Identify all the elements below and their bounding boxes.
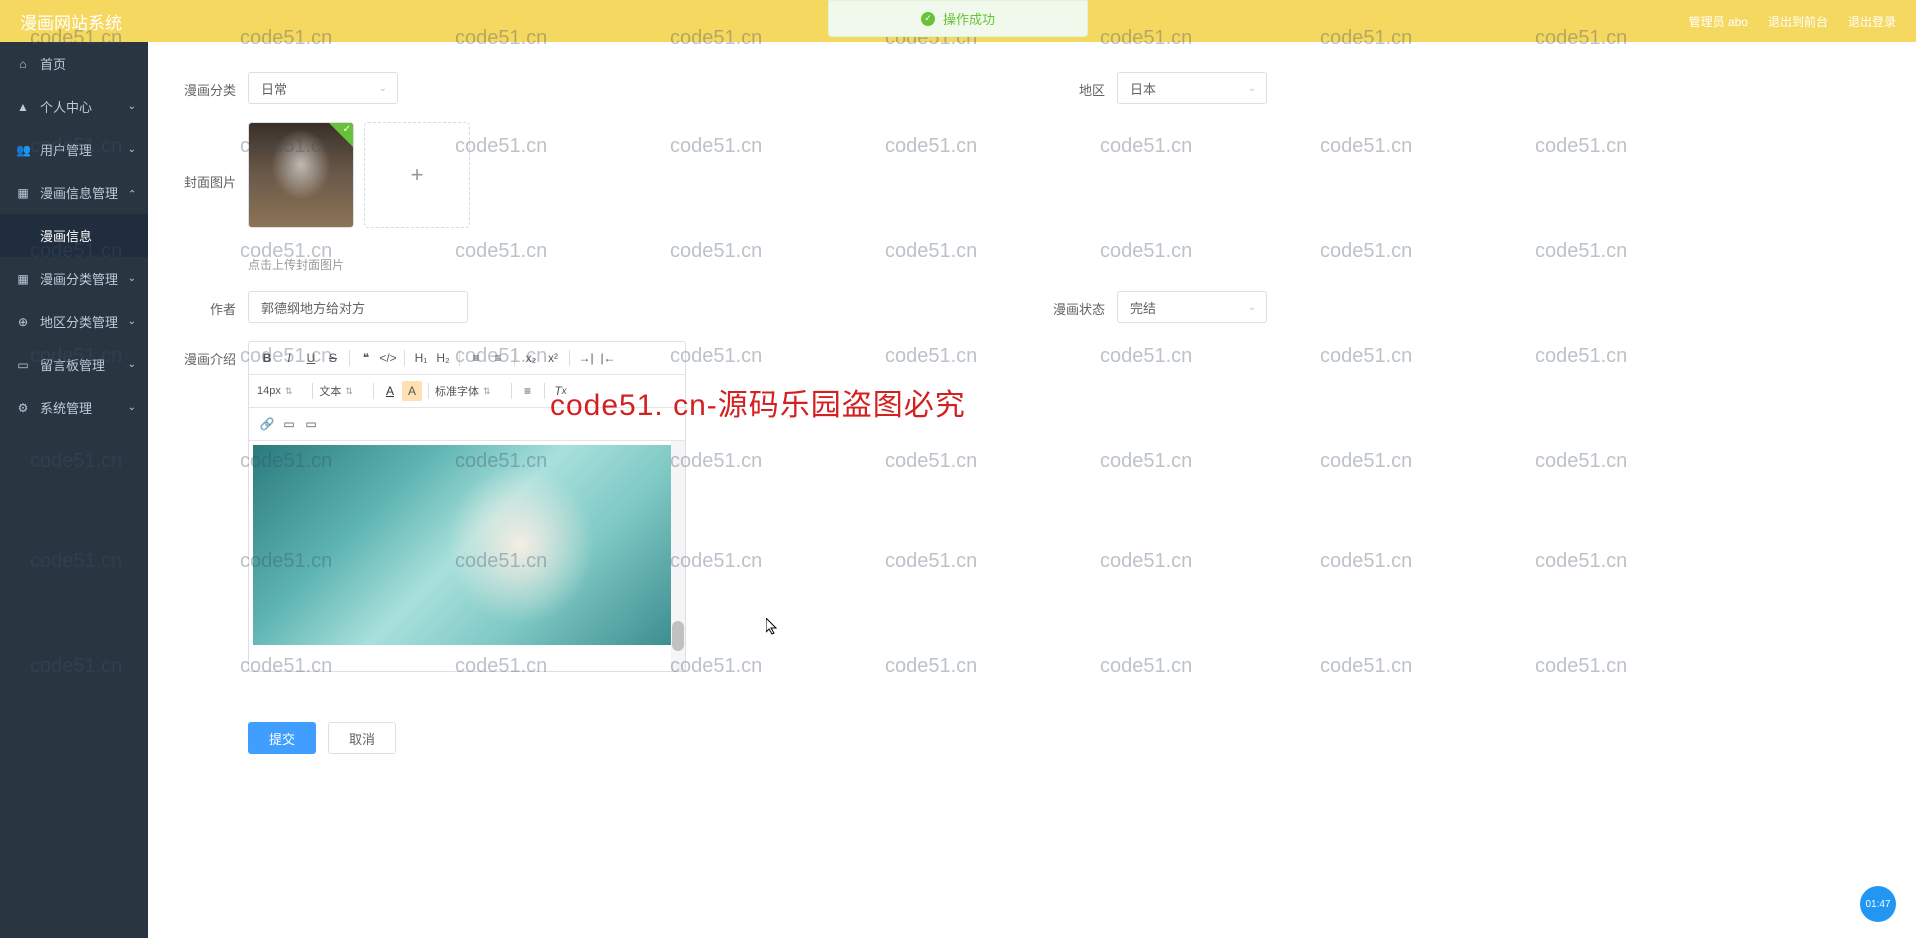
ul-button[interactable]: ≡ bbox=[488, 348, 508, 368]
sidebar-item-comic-category[interactable]: ▦ 漫画分类管理 ⌄ bbox=[0, 257, 148, 300]
sidebar-item-comic-info[interactable]: ▦ 漫画信息管理 ⌄ bbox=[0, 171, 148, 214]
h2-button[interactable]: H₂ bbox=[433, 348, 453, 368]
grid-icon: ▦ bbox=[16, 272, 30, 286]
success-toast: ✓ 操作成功 bbox=[828, 0, 1088, 37]
strike-button[interactable]: S bbox=[323, 348, 343, 368]
clear-format-button[interactable]: Tx bbox=[551, 381, 571, 401]
editor-image bbox=[253, 445, 681, 645]
superscript-button[interactable]: x² bbox=[543, 348, 563, 368]
bg-color-button[interactable]: A bbox=[402, 381, 422, 401]
logout-link[interactable]: 退出登录 bbox=[1848, 13, 1896, 30]
status-select[interactable]: 完结 ⌄ bbox=[1117, 291, 1267, 323]
editor-toolbar-2: 14px 文本 A A 标准字体 ≡ Tx bbox=[249, 375, 685, 408]
users-icon: 👥 bbox=[16, 143, 30, 157]
sidebar-item-label: 个人中心 bbox=[40, 97, 92, 116]
intro-label: 漫画介绍 bbox=[148, 341, 248, 368]
globe-icon: ⊕ bbox=[16, 315, 30, 329]
toast-text: 操作成功 bbox=[943, 9, 995, 28]
text-color-button[interactable]: A bbox=[380, 381, 400, 401]
chevron-down-icon: ⌄ bbox=[1248, 83, 1256, 94]
chevron-down-icon: ⌄ bbox=[1248, 302, 1256, 313]
gear-icon: ⚙ bbox=[16, 401, 30, 415]
chevron-down-icon: ⌄ bbox=[128, 402, 136, 413]
admin-label[interactable]: 管理员 abo bbox=[1689, 13, 1748, 30]
category-label: 漫画分类 bbox=[148, 72, 248, 99]
submit-button[interactable]: 提交 bbox=[248, 722, 316, 754]
sidebar-item-label: 用户管理 bbox=[40, 140, 92, 159]
chevron-down-icon: ⌄ bbox=[379, 83, 387, 94]
cover-thumbnail[interactable] bbox=[248, 122, 354, 228]
format-select[interactable]: 文本 bbox=[319, 383, 367, 399]
status-label: 漫画状态 bbox=[1017, 291, 1117, 318]
quote-button[interactable]: ❝ bbox=[356, 348, 376, 368]
sidebar-item-profile[interactable]: ▲ 个人中心 ⌄ bbox=[0, 85, 148, 128]
exit-console-link[interactable]: 退出到前台 bbox=[1768, 13, 1828, 30]
sidebar-item-message[interactable]: ▭ 留言板管理 ⌄ bbox=[0, 343, 148, 386]
align-button[interactable]: ≡ bbox=[518, 381, 538, 401]
main-content: 漫画分类 日常 ⌄ 地区 日本 ⌄ 封面图片 bbox=[148, 42, 1916, 938]
editor-body[interactable] bbox=[249, 441, 685, 671]
author-label: 作者 bbox=[148, 291, 248, 318]
sidebar-item-region[interactable]: ⊕ 地区分类管理 ⌄ bbox=[0, 300, 148, 343]
select-value: 完结 bbox=[1130, 298, 1156, 317]
chat-icon: ▭ bbox=[16, 358, 30, 372]
scroll-thumb[interactable] bbox=[672, 621, 684, 651]
sidebar-item-label: 系统管理 bbox=[40, 398, 92, 417]
sidebar-item-label: 漫画信息管理 bbox=[40, 183, 118, 202]
sidebar-item-system[interactable]: ⚙ 系统管理 ⌄ bbox=[0, 386, 148, 429]
sidebar-subitem-comic-info[interactable]: 漫画信息 bbox=[0, 214, 148, 257]
chevron-down-icon: ⌄ bbox=[128, 273, 136, 284]
chevron-down-icon: ⌄ bbox=[128, 144, 136, 155]
code-button[interactable]: </> bbox=[378, 348, 398, 368]
plus-icon: + bbox=[411, 162, 424, 188]
bold-button[interactable]: B bbox=[257, 348, 277, 368]
category-select[interactable]: 日常 ⌄ bbox=[248, 72, 398, 104]
ol-button[interactable]: ≡ bbox=[466, 348, 486, 368]
user-icon: ▲ bbox=[16, 100, 30, 114]
video-button[interactable]: ▭ bbox=[301, 414, 321, 434]
author-input[interactable] bbox=[248, 291, 468, 323]
chevron-down-icon: ⌄ bbox=[128, 316, 136, 327]
sidebar-item-label: 首页 bbox=[40, 54, 66, 73]
chevron-down-icon: ⌄ bbox=[128, 359, 136, 370]
upload-hint: 点击上传封面图片 bbox=[248, 256, 1886, 273]
upload-add-button[interactable]: + bbox=[364, 122, 470, 228]
sidebar-item-label: 地区分类管理 bbox=[40, 312, 118, 331]
sidebar: ⌂ 首页 ▲ 个人中心 ⌄ 👥 用户管理 ⌄ ▦ 漫画信息管理 ⌄ 漫画信息 ▦… bbox=[0, 42, 148, 938]
cancel-button[interactable]: 取消 bbox=[328, 722, 396, 754]
sidebar-item-label: 漫画分类管理 bbox=[40, 269, 118, 288]
editor-scrollbar[interactable] bbox=[671, 441, 685, 671]
timer-badge: 01:47 bbox=[1860, 886, 1896, 922]
select-value: 日常 bbox=[261, 79, 287, 98]
sidebar-item-users[interactable]: 👥 用户管理 ⌄ bbox=[0, 128, 148, 171]
font-size-select[interactable]: 14px bbox=[257, 385, 306, 397]
success-icon: ✓ bbox=[921, 12, 935, 26]
chevron-up-icon: ⌄ bbox=[128, 187, 136, 198]
italic-button[interactable]: I bbox=[279, 348, 299, 368]
outdent-button[interactable]: |← bbox=[598, 348, 618, 368]
editor-toolbar-3: 🔗 ▭ ▭ bbox=[249, 408, 685, 441]
home-icon: ⌂ bbox=[16, 57, 30, 71]
rich-text-editor: B I U S ❝ </> H₁ H₂ ≡ ≡ x₂ bbox=[248, 341, 686, 672]
check-icon bbox=[329, 123, 353, 147]
image-button[interactable]: ▭ bbox=[279, 414, 299, 434]
sidebar-item-label: 留言板管理 bbox=[40, 355, 105, 374]
app-title: 漫画网站系统 bbox=[20, 9, 122, 34]
h1-button[interactable]: H₁ bbox=[411, 348, 431, 368]
region-select[interactable]: 日本 ⌄ bbox=[1117, 72, 1267, 104]
link-button[interactable]: 🔗 bbox=[257, 414, 277, 434]
sidebar-item-home[interactable]: ⌂ 首页 bbox=[0, 42, 148, 85]
indent-button[interactable]: →| bbox=[576, 348, 596, 368]
font-family-select[interactable]: 标准字体 bbox=[435, 383, 505, 399]
grid-icon: ▦ bbox=[16, 186, 30, 200]
subscript-button[interactable]: x₂ bbox=[521, 348, 541, 368]
underline-button[interactable]: U bbox=[301, 348, 321, 368]
editor-toolbar: B I U S ❝ </> H₁ H₂ ≡ ≡ x₂ bbox=[249, 342, 685, 375]
select-value: 日本 bbox=[1130, 79, 1156, 98]
cover-label: 封面图片 bbox=[148, 122, 248, 191]
region-label: 地区 bbox=[1017, 72, 1117, 99]
chevron-down-icon: ⌄ bbox=[128, 101, 136, 112]
